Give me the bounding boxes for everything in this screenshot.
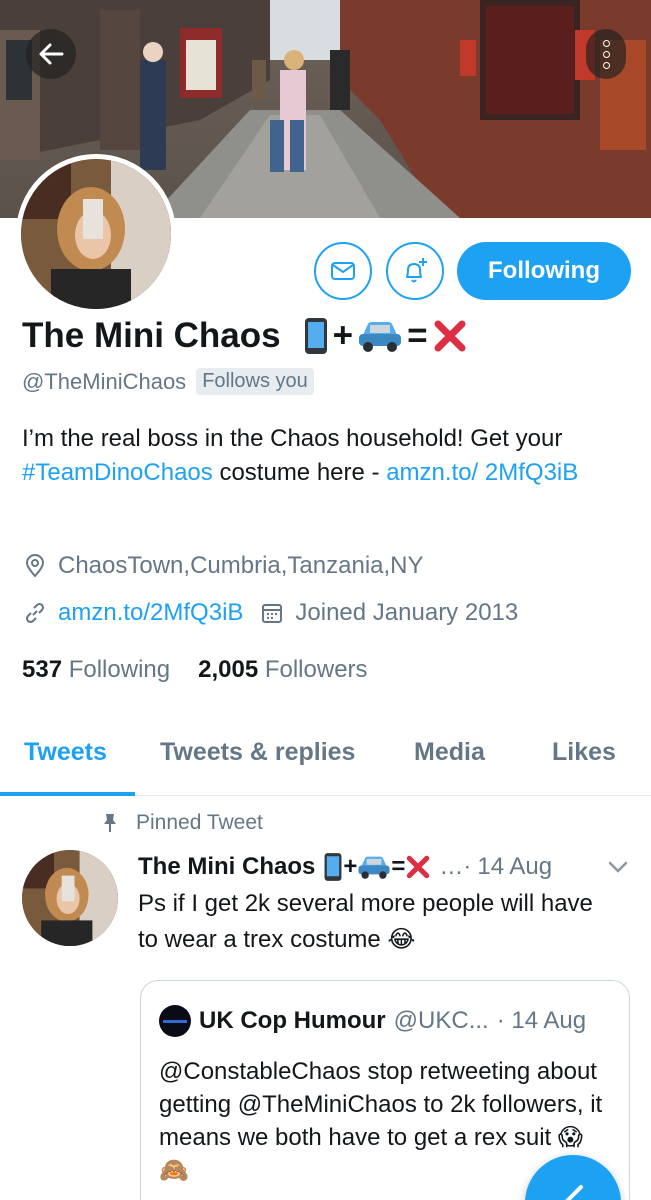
notifications-button[interactable]: [386, 242, 444, 300]
pinned-indicator: Pinned Tweet: [100, 811, 263, 835]
car-emoji-icon: [358, 856, 390, 879]
following-button[interactable]: Following: [457, 242, 631, 300]
tweet-name-ellipsis: …·: [439, 853, 472, 880]
active-tab-indicator: [0, 792, 135, 796]
website-joined-row: amzn.to/2MfQ3iB Joined January 2013: [22, 599, 518, 627]
display-name-text: The Mini Chaos: [22, 316, 281, 355]
tweet-date[interactable]: 14 Aug: [477, 853, 552, 881]
location-row: ChaosTown,Cumbria,Tanzania,NY: [22, 552, 424, 580]
profile-tabs: Tweets Tweets & replies Media Likes: [0, 720, 651, 796]
bell-plus-icon: [406, 258, 427, 283]
back-arrow-icon: [39, 43, 64, 65]
tab-media[interactable]: Media: [414, 738, 485, 767]
followers-label: Followers: [264, 656, 368, 683]
cross-mark-icon: [407, 855, 430, 879]
cross-mark-icon: [434, 320, 466, 352]
location-text: ChaosTown,Cumbria,Tanzania,NY: [58, 552, 424, 579]
mail-icon: [331, 262, 355, 280]
car-emoji-icon: [359, 322, 402, 352]
tweet-avatar[interactable]: [22, 850, 118, 946]
handle-row: @TheMiniChaos Follows you: [22, 368, 314, 395]
message-button[interactable]: [314, 242, 372, 300]
equals-sign: =: [391, 853, 406, 880]
tab-tweets[interactable]: Tweets: [24, 738, 107, 767]
bio-hashtag-link[interactable]: #TeamDinoChaos: [22, 459, 213, 486]
user-handle: @TheMiniChaos: [22, 368, 187, 394]
tab-likes[interactable]: Likes: [552, 738, 616, 767]
quote-header: UK Cop Humour @UKC... · 14 Aug: [159, 1005, 586, 1037]
followers-stat[interactable]: 2,005 Followers: [198, 656, 367, 684]
back-button[interactable]: [26, 29, 76, 79]
following-label: Following: [68, 656, 171, 683]
phone-emoji-icon: [324, 853, 342, 881]
compose-icon: [565, 1185, 583, 1200]
chevron-down-icon: [608, 861, 628, 873]
equals-sign: =: [407, 316, 428, 355]
profile-avatar[interactable]: [16, 154, 176, 314]
bio-url-link[interactable]: amzn.to/ 2MfQ3iB: [386, 459, 578, 486]
display-name: The Mini Chaos + =: [22, 316, 468, 356]
plus-sign: +: [343, 853, 358, 880]
quote-author-name: UK Cop Humour: [199, 1007, 386, 1034]
phone-emoji-icon: [304, 318, 327, 354]
quote-author-handle: @UKC...: [393, 1007, 489, 1034]
link-icon: [25, 602, 45, 624]
more-options-button[interactable]: [586, 29, 626, 79]
followers-count: 2,005: [198, 656, 259, 683]
following-count: 537: [22, 656, 63, 683]
quote-avatar: [159, 1005, 191, 1037]
avatar-photo: [21, 159, 171, 309]
website-link[interactable]: amzn.to/2MfQ3iB: [58, 599, 243, 627]
following-stat[interactable]: 537 Following: [22, 656, 170, 684]
tweet-menu-button[interactable]: [606, 858, 630, 881]
tweet-avatar-photo: [22, 850, 118, 946]
tweet-header: The Mini Chaos + = …· 14 Aug: [138, 852, 552, 882]
pinned-label: Pinned Tweet: [136, 811, 263, 834]
location-pin-icon: [25, 554, 45, 578]
bio-text-start: I’m the real boss in the Chaos household…: [22, 425, 563, 452]
tab-tweets-replies[interactable]: Tweets & replies: [160, 738, 355, 767]
follow-stats: 537 Following 2,005 Followers: [22, 656, 368, 684]
joined-date: Joined January 2013: [295, 599, 519, 626]
follows-you-badge: Follows you: [196, 368, 314, 395]
calendar-icon: [262, 604, 283, 623]
quote-date: · 14 Aug: [496, 1007, 587, 1034]
plus-sign: +: [332, 316, 354, 355]
more-icon: [602, 39, 610, 47]
profile-bio: I’m the real boss in the Chaos household…: [22, 422, 622, 490]
tweet-author-name[interactable]: The Mini Chaos: [138, 853, 315, 881]
tweet-text: Ps if I get 2k several more people will …: [138, 890, 593, 953]
bio-text-mid: costume here -: [212, 459, 387, 486]
pin-icon: [104, 814, 116, 832]
